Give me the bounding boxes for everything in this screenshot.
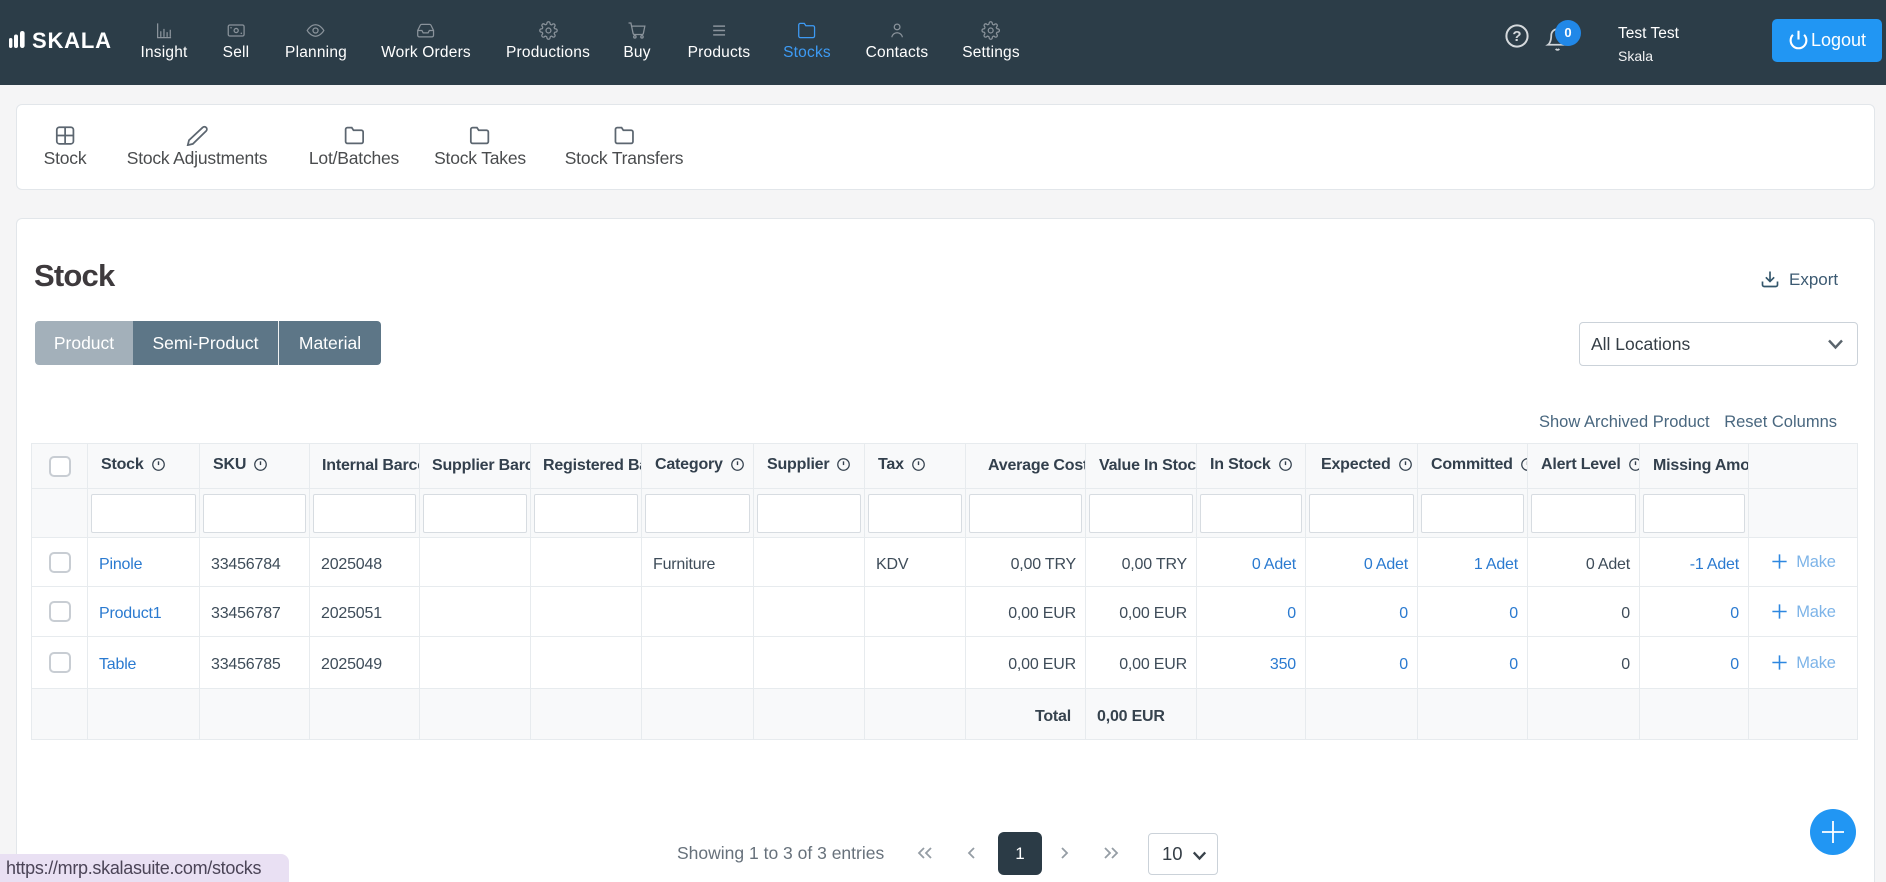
svg-text:?: ? (1512, 28, 1521, 45)
